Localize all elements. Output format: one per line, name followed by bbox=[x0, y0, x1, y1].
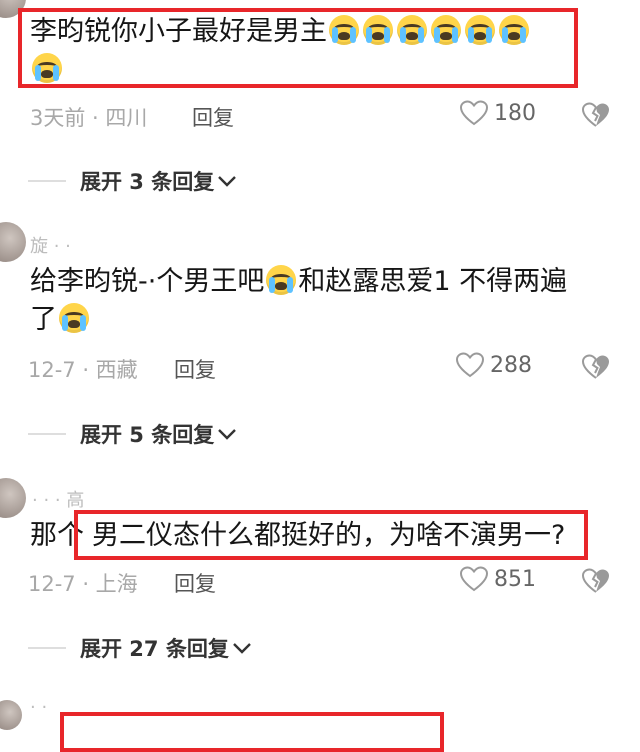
like-button[interactable]: 851 bbox=[460, 566, 536, 592]
expand-replies[interactable]: 展开 3 条回复 bbox=[28, 166, 238, 196]
avatar[interactable] bbox=[0, 222, 26, 262]
crying-emoji-icon bbox=[266, 265, 297, 295]
divider-line bbox=[28, 433, 66, 435]
like-button[interactable]: 180 bbox=[460, 100, 536, 126]
expand-replies-label: 展开 5 条回复 bbox=[80, 423, 215, 447]
broken-heart-icon bbox=[581, 568, 609, 593]
heart-outline-icon bbox=[456, 352, 484, 378]
comment-meta: 12-7 · 上海 bbox=[28, 572, 138, 596]
chevron-down-icon bbox=[218, 429, 237, 440]
comment-text-content-after: 和赵露思爱1 不得两遍 bbox=[298, 266, 568, 297]
broken-heart-icon bbox=[581, 354, 609, 379]
like-count: 851 bbox=[494, 566, 536, 592]
expand-replies-label: 展开 3 条回复 bbox=[80, 170, 215, 194]
dislike-button[interactable] bbox=[581, 102, 610, 132]
comment-text-content: 给李昀锐-·个男王吧 bbox=[30, 266, 265, 297]
expand-replies[interactable]: 展开 27 条回复 bbox=[28, 633, 253, 663]
highlight-box bbox=[60, 712, 444, 752]
comment-text: 给李昀锐-·个男王吧 和赵露思爱1 不得两遍 bbox=[30, 262, 567, 302]
chevron-down-icon bbox=[233, 643, 251, 654]
expand-replies[interactable]: 展开 5 条回复 bbox=[28, 419, 238, 449]
crying-emoji-icon bbox=[59, 303, 89, 333]
like-button[interactable]: 288 bbox=[456, 352, 532, 378]
comment-meta: 12-7 · 西藏 bbox=[28, 358, 138, 382]
chevron-down-icon bbox=[218, 176, 237, 187]
like-count: 288 bbox=[490, 352, 532, 378]
divider-line bbox=[28, 647, 66, 649]
expand-replies-label: 展开 27 条回复 bbox=[80, 637, 229, 661]
highlight-box bbox=[18, 8, 578, 88]
comment-meta: 3天前 · 四川 bbox=[30, 106, 148, 130]
dislike-button[interactable] bbox=[581, 354, 610, 384]
like-count: 180 bbox=[494, 100, 536, 126]
reply-button[interactable]: 回复 bbox=[192, 102, 234, 132]
comment-username[interactable]: 旋 · · bbox=[30, 232, 71, 258]
reply-button[interactable]: 回复 bbox=[174, 354, 216, 384]
avatar[interactable] bbox=[0, 478, 26, 518]
divider-line bbox=[28, 180, 66, 182]
comment-text-content: 了 bbox=[30, 304, 57, 335]
highlight-box bbox=[74, 510, 588, 560]
comment-username[interactable]: · · · 高 bbox=[32, 486, 84, 512]
broken-heart-icon bbox=[581, 102, 609, 127]
avatar[interactable] bbox=[0, 700, 22, 730]
comment-username[interactable]: · · bbox=[30, 697, 47, 718]
comment-text-line2: 了 bbox=[30, 300, 91, 340]
heart-outline-icon bbox=[460, 566, 488, 592]
heart-outline-icon bbox=[460, 100, 488, 126]
reply-button[interactable]: 回复 bbox=[174, 568, 216, 598]
dislike-button[interactable] bbox=[581, 568, 610, 598]
